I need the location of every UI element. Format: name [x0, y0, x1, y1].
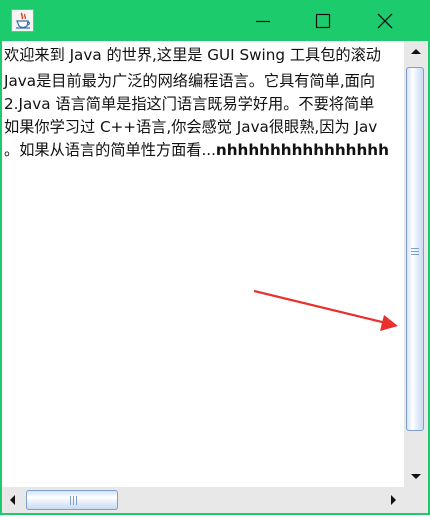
- grip-line: [70, 496, 71, 505]
- horizontal-scrollbar[interactable]: [2, 487, 404, 513]
- close-button[interactable]: [362, 0, 408, 41]
- text-line: Java是目前最为广泛的网络编程语言。它具有简单,面向: [4, 72, 376, 90]
- text-line: 如果你学习过 C++语言,你会感觉 Java很眼熟,因为 Jav: [4, 118, 378, 136]
- minimize-icon: [256, 20, 270, 23]
- scroll-right-button[interactable]: [382, 487, 404, 513]
- arrow-down-icon: [411, 474, 421, 479]
- scroll-pane: 欢迎来到 Java 的世界,这里是 GUI Swing 工具包的滚动 Java是…: [2, 41, 428, 513]
- java-cup-icon[interactable]: [11, 9, 34, 32]
- text-line: 欢迎来到 Java 的世界,这里是 GUI Swing 工具包的滚动: [4, 46, 381, 64]
- text-line: 2.Java 语言简单是指这门语言既易学好用。不要将简单: [4, 95, 375, 113]
- grip-line: [411, 248, 419, 249]
- grip-line: [411, 251, 419, 252]
- grip-line: [73, 496, 74, 505]
- text-line-part: 。如果从语言的简单性方面看...: [4, 141, 216, 159]
- horizontal-scroll-thumb[interactable]: [26, 490, 118, 510]
- scroll-down-button[interactable]: [404, 467, 428, 487]
- arrow-up-icon: [411, 49, 421, 54]
- scroll-left-button[interactable]: [2, 487, 24, 513]
- vertical-scrollbar[interactable]: [404, 41, 428, 487]
- maximize-icon: [315, 13, 331, 29]
- scroll-up-button[interactable]: [404, 41, 428, 61]
- close-icon: [377, 13, 393, 29]
- grip-line: [411, 254, 419, 255]
- arrow-left-icon: [10, 495, 15, 505]
- grip-line: [76, 496, 77, 505]
- vertical-scroll-thumb[interactable]: [406, 67, 424, 431]
- scrollbar-corner: [404, 487, 428, 513]
- title-bar[interactable]: [0, 0, 430, 41]
- text-line: 。如果从语言的简单性方面看...nhhhhhhhhhhhhhhh: [4, 140, 389, 160]
- app-window: 欢迎来到 Java 的世界,这里是 GUI Swing 工具包的滚动 Java是…: [0, 0, 430, 515]
- arrow-right-icon: [391, 495, 396, 505]
- maximize-button[interactable]: [300, 0, 346, 41]
- minimize-button[interactable]: [240, 0, 286, 41]
- text-line-part-bold: nhhhhhhhhhhhhhhh: [215, 141, 389, 159]
- text-area[interactable]: 欢迎来到 Java 的世界,这里是 GUI Swing 工具包的滚动 Java是…: [2, 41, 404, 487]
